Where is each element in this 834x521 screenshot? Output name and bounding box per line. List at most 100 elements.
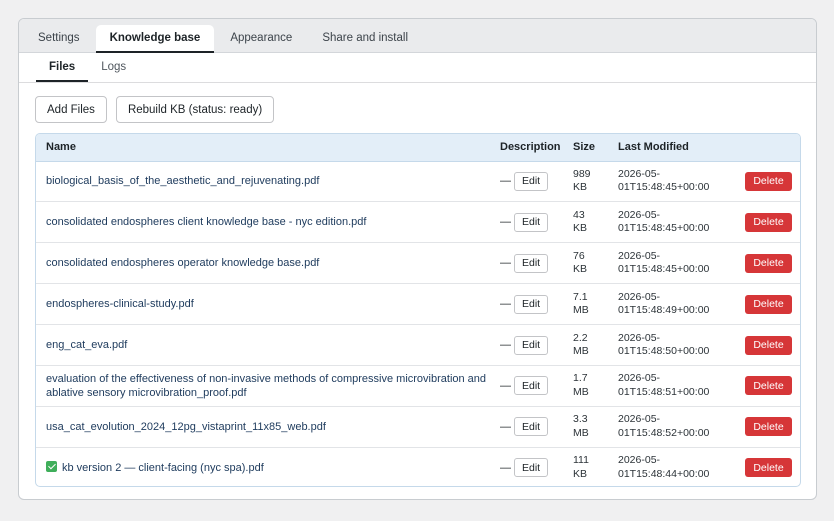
column-header-name: Name — [36, 134, 490, 162]
subtab-files[interactable]: Files — [36, 53, 89, 82]
last-modified-time: 01T15:48:45+00:00 — [618, 222, 710, 235]
delete-file-button[interactable]: Delete — [745, 253, 792, 273]
delete-cell: Delete — [735, 242, 800, 285]
table-row: eng_cat_eva.pdf — Edit 2.2 MB 2026-05- 01T15:4… — [36, 324, 800, 366]
last-modified-date: 2026-05- — [618, 331, 661, 344]
tab-appearance[interactable]: Appearance — [216, 25, 306, 52]
file-size-cell: 43 KB — [563, 201, 608, 244]
file-size-value: 2.2 — [573, 331, 588, 344]
files-table-container: Name Description Size Last Modified biol… — [35, 133, 801, 487]
file-name-cell: consolidated endospheres client knowledg… — [36, 201, 490, 244]
edit-description-button[interactable]: Edit — [514, 458, 549, 478]
settings-panel: Settings Knowledge base Appearance Share… — [18, 18, 817, 500]
delete-file-button[interactable]: Delete — [745, 376, 792, 396]
file-name: usa_cat_evolution_2024_12pg_vistaprint_1… — [46, 420, 326, 433]
last-modified-time: 01T15:48:51+00:00 — [618, 385, 710, 398]
delete-cell: Delete — [735, 406, 800, 448]
file-actions: Add Files Rebuild KB (status: ready) — [35, 96, 275, 123]
rebuild-kb-button[interactable]: Rebuild KB (status: ready) — [115, 96, 275, 123]
file-description: — — [500, 298, 511, 311]
table-row: endospheres-clinical-study.pdf — Edit 7.1 MB… — [36, 283, 800, 326]
column-header-description: Description — [490, 134, 563, 162]
file-name: kb version 2 — client-facing (nyc spa).p… — [62, 461, 264, 474]
description-cell: — Edit — [490, 406, 563, 448]
description-cell: — Edit — [490, 161, 563, 203]
file-name: consolidated endospheres operator knowle… — [46, 257, 320, 270]
delete-cell: Delete — [735, 365, 800, 407]
file-name-cell: endospheres-clinical-study.pdf — [36, 283, 490, 326]
file-size-unit: KB — [573, 263, 588, 276]
delete-cell: Delete — [735, 324, 800, 366]
file-size-value: 3.3 — [573, 413, 588, 426]
edit-description-button[interactable]: Edit — [514, 376, 549, 396]
file-name-cell: eng_cat_eva.pdf — [36, 324, 490, 366]
delete-cell: Delete — [735, 447, 800, 486]
last-modified-time: 01T15:48:52+00:00 — [618, 426, 710, 439]
file-size-cell: 3.3 MB — [563, 406, 608, 448]
tab-share-and-install[interactable]: Share and install — [308, 25, 422, 52]
file-size-value: 111 — [573, 454, 589, 467]
description-cell: — Edit — [490, 447, 563, 486]
delete-file-button[interactable]: Delete — [745, 212, 792, 232]
file-description: — — [500, 175, 511, 188]
file-name: consolidated endospheres client knowledg… — [46, 216, 367, 229]
add-files-button[interactable]: Add Files — [35, 96, 107, 123]
delete-cell: Delete — [735, 201, 800, 244]
last-modified-time: 01T15:48:50+00:00 — [618, 345, 710, 357]
file-name: endospheres-clinical-study.pdf — [46, 298, 194, 311]
edit-description-button[interactable]: Edit — [514, 417, 549, 437]
table-row: biological_basis_of_the_aesthetic_and_re… — [36, 161, 800, 203]
top-tab-bar: Settings Knowledge base Appearance Share… — [19, 19, 816, 53]
last-modified-date: 2026-05- — [618, 167, 661, 180]
file-size-unit: KB — [573, 222, 588, 235]
file-size-value: 43 — [573, 208, 585, 221]
last-modified-cell: 2026-05- 01T15:48:45+00:00 — [608, 161, 735, 203]
edit-description-button[interactable]: Edit — [514, 171, 549, 191]
edit-description-button[interactable]: Edit — [514, 335, 549, 355]
file-size-cell: 111 KB — [563, 447, 608, 486]
table-row: kb version 2 — client-facing (nyc spa).p… — [36, 447, 800, 486]
last-modified-date: 2026-05- — [618, 249, 661, 262]
delete-file-button[interactable]: Delete — [745, 171, 792, 191]
last-modified-date: 2026-05- — [618, 454, 661, 467]
delete-file-button[interactable]: Delete — [745, 335, 792, 355]
check-square-icon — [46, 460, 57, 472]
delete-cell: Delete — [735, 283, 800, 326]
tab-knowledge-base[interactable]: Knowledge base — [95, 25, 215, 53]
files-table: Name Description Size Last Modified biol… — [36, 134, 800, 486]
table-row: consolidated endospheres client knowledg… — [36, 201, 800, 244]
file-size-value: 7.1 — [573, 290, 588, 303]
edit-description-button[interactable]: Edit — [514, 253, 549, 273]
last-modified-time: 01T15:48:44+00:00 — [618, 467, 710, 480]
description-cell: — Edit — [490, 201, 563, 244]
delete-file-button[interactable]: Delete — [745, 417, 792, 437]
file-size-unit: KB — [573, 467, 588, 480]
last-modified-cell: 2026-05- 01T15:48:45+00:00 — [608, 201, 735, 244]
last-modified-date: 2026-05- — [618, 290, 661, 303]
file-size-cell: 989 KB — [563, 161, 608, 203]
file-size-unit: MB — [573, 304, 589, 317]
tab-settings[interactable]: Settings — [24, 25, 94, 52]
column-header-size: Size — [563, 134, 608, 162]
file-name-cell: biological_basis_of_the_aesthetic_and_re… — [36, 161, 490, 203]
file-name: eng_cat_eva.pdf — [46, 339, 128, 351]
description-cell: — Edit — [490, 283, 563, 326]
file-size-unit: KB — [573, 181, 588, 194]
table-body: biological_basis_of_the_aesthetic_and_re… — [36, 161, 800, 486]
subtab-logs[interactable]: Logs — [88, 53, 139, 82]
file-description: — — [500, 379, 511, 392]
file-description: — — [500, 257, 511, 270]
last-modified-time: 01T15:48:45+00:00 — [618, 263, 710, 276]
file-description: — — [500, 461, 511, 474]
file-name-cell: kb version 2 — client-facing (nyc spa).p… — [36, 447, 490, 486]
table-row: usa_cat_evolution_2024_12pg_vistaprint_1… — [36, 406, 800, 448]
delete-file-button[interactable]: Delete — [745, 294, 792, 314]
delete-file-button[interactable]: Delete — [745, 458, 792, 478]
last-modified-date: 2026-05- — [618, 413, 661, 426]
file-description: — — [500, 339, 511, 351]
last-modified-date: 2026-05- — [618, 372, 661, 385]
edit-description-button[interactable]: Edit — [514, 212, 549, 232]
last-modified-cell: 2026-05- 01T15:48:49+00:00 — [608, 283, 735, 326]
edit-description-button[interactable]: Edit — [514, 294, 549, 314]
file-size-unit: MB — [573, 426, 589, 439]
